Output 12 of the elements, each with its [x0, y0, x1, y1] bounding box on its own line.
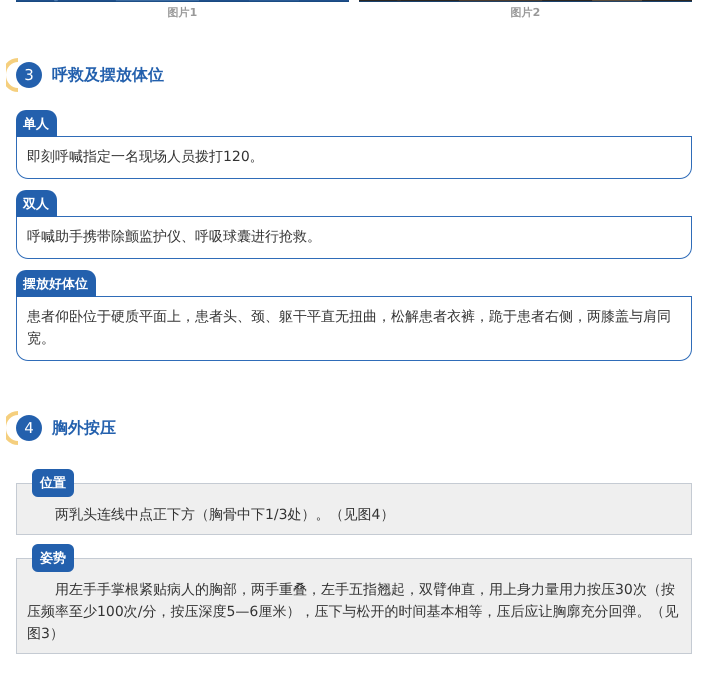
section-number: 4 — [16, 415, 42, 441]
card-text: 即刻呼喊指定一名现场人员拨打120。 — [16, 136, 692, 179]
figure-caption: 图片1 — [168, 5, 198, 20]
section-title: 呼救及摆放体位 — [52, 64, 164, 86]
section-title: 胸外按压 — [52, 418, 116, 438]
card-text: 患者仰卧位于硬质平面上，患者头、颈、躯干平直无扭曲，松解患者衣裤，跪于患者右侧，两膝盖与肩同宽。 — [16, 296, 692, 361]
card-tab-label: 摆放好体位 — [16, 270, 96, 297]
card-tab-label: 双人 — [16, 190, 57, 217]
figure-caption: 图片2 — [510, 5, 540, 20]
section-number: 3 — [16, 62, 42, 88]
card-tab-label: 单人 — [16, 110, 57, 137]
card-text: 呼喊助手携带除颤监护仪、呼吸球囊进行抢救。 — [16, 216, 692, 259]
